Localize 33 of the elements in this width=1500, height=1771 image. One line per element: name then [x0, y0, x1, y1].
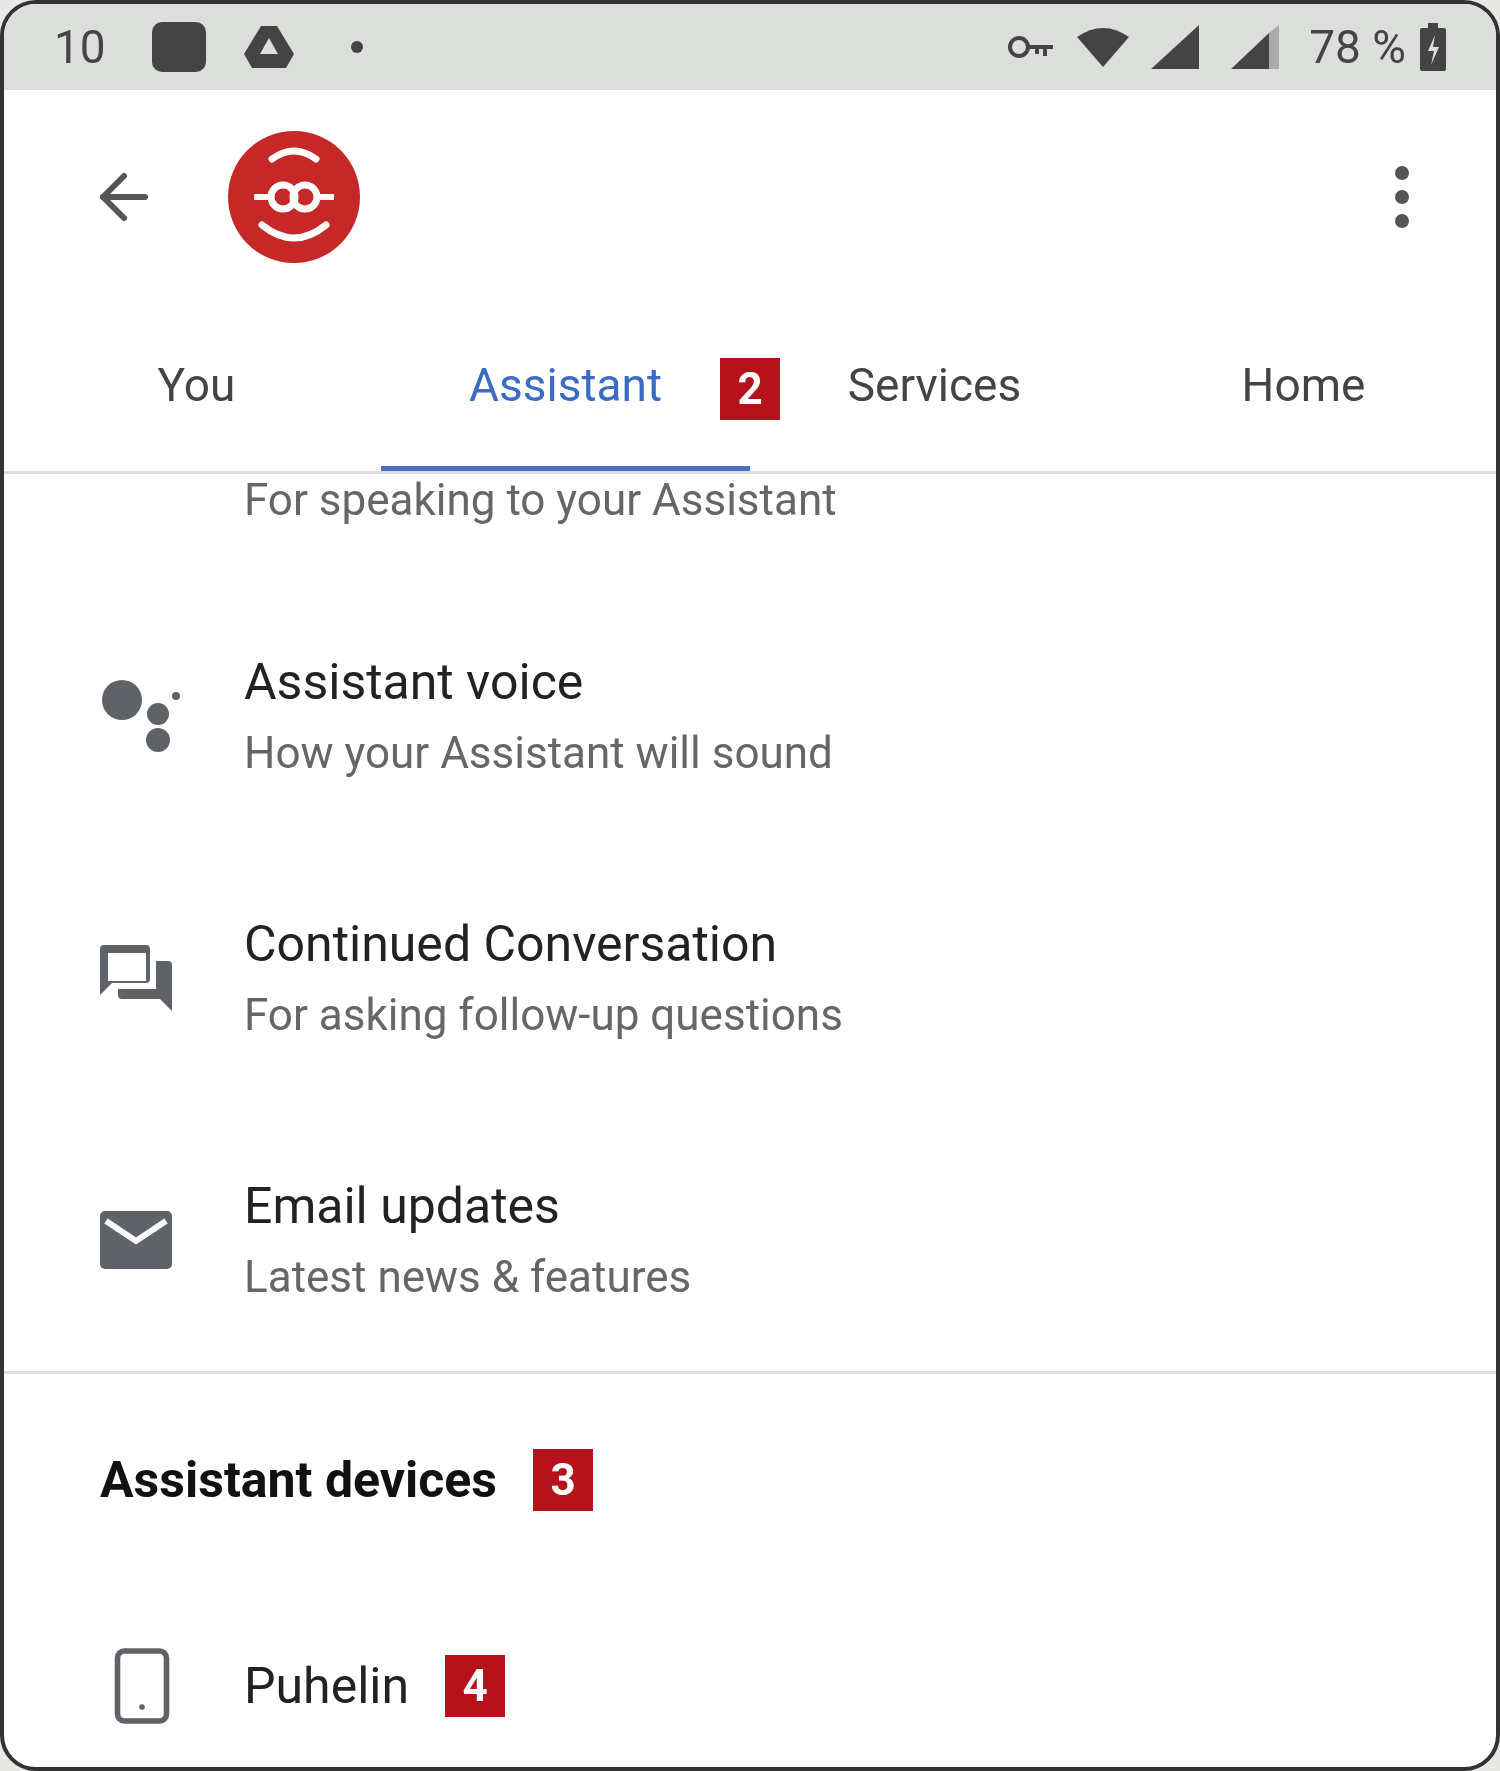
- drive-icon: [243, 26, 294, 68]
- dot-icon: [349, 40, 364, 54]
- section-heading: Assistant devices: [100, 1449, 498, 1511]
- battery-percent: 78 %: [1309, 18, 1406, 76]
- key-icon: [1007, 34, 1056, 60]
- logo-icon: [226, 129, 362, 265]
- number-badge: 4: [445, 1655, 506, 1717]
- setting-title: Continued Conversation: [244, 914, 779, 976]
- number-badge: 2: [720, 358, 780, 420]
- tab[interactable]: Home: [1119, 304, 1488, 471]
- wifi-icon: [1077, 27, 1130, 67]
- mail-icon: [100, 1211, 172, 1269]
- setting-subtitle: How your Assistant will sound: [244, 725, 833, 781]
- app-icon: [151, 22, 206, 72]
- dots-icon: [100, 678, 180, 754]
- device-name: Puhelin: [244, 1655, 410, 1717]
- setting-subtitle: For speaking to your Assistant: [244, 474, 837, 526]
- setting-item[interactable]: Email updates Latest news & features: [4, 1109, 1496, 1371]
- signal-icon: [1231, 25, 1280, 69]
- number-badge: 3: [533, 1449, 594, 1511]
- setting-item[interactable]: Continued Conversation For asking follow-up questions: [4, 847, 1496, 1109]
- setting-title: Email updates: [244, 1176, 561, 1238]
- setting-title: Assistant voice: [244, 652, 585, 714]
- setting-item[interactable]: Assistant voice How your Assistant will sound: [4, 585, 1496, 847]
- device-item[interactable]: Puhelin 4: [4, 1586, 1496, 1767]
- more-icon: [1392, 165, 1412, 229]
- battery-icon: [1420, 23, 1446, 71]
- setting-subtitle: Latest news & features: [244, 1249, 692, 1305]
- tab[interactable]: You: [12, 304, 381, 471]
- status-time: 10: [54, 18, 106, 76]
- chat-icon: [100, 945, 172, 1011]
- setting-subtitle: For asking follow-up questions: [244, 987, 843, 1043]
- signal-icon: [1151, 25, 1200, 69]
